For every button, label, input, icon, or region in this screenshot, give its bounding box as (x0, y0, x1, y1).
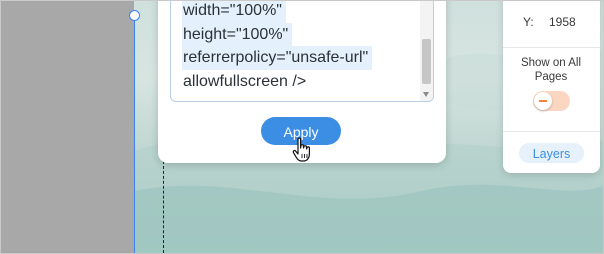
code-line: width="100%" (182, 1, 286, 23)
y-position-row: Y: 1958 (503, 1, 600, 41)
y-position-input[interactable]: 1958 (549, 15, 576, 29)
alignment-guide (163, 161, 164, 253)
code-line: allowfullscreen /> (183, 72, 307, 90)
show-on-all-pages-toggle[interactable] (533, 91, 570, 111)
hand-pointer-icon (292, 137, 310, 162)
element-side-panel: Y: 1958 Show on All Pages Layers (503, 1, 600, 173)
toggle-knob (534, 92, 552, 110)
divider (503, 131, 600, 132)
selection-border[interactable] (134, 15, 135, 253)
textarea-scrollbar[interactable] (420, 1, 433, 101)
scrollbar-thumb[interactable] (422, 39, 431, 84)
editor-canvas: width="100%" height="100%" referrerpolic… (0, 0, 604, 254)
layers-button[interactable]: Layers (519, 143, 584, 163)
code-line: referrerpolicy="unsafe-url" (182, 46, 373, 70)
toggle-off-icon (539, 100, 547, 102)
embed-code-textarea[interactable]: width="100%" height="100%" referrerpolic… (170, 1, 434, 102)
resize-handle[interactable] (129, 10, 140, 21)
code-line: height="100%" (182, 22, 293, 46)
y-position-label: Y: (523, 15, 534, 29)
divider (503, 47, 600, 48)
show-on-all-pages-label: Show on All Pages (520, 57, 582, 83)
grey-column-element[interactable] (1, 1, 134, 253)
embed-code-text: width="100%" height="100%" referrerpolic… (182, 1, 422, 93)
chevron-down-icon[interactable] (423, 92, 429, 97)
